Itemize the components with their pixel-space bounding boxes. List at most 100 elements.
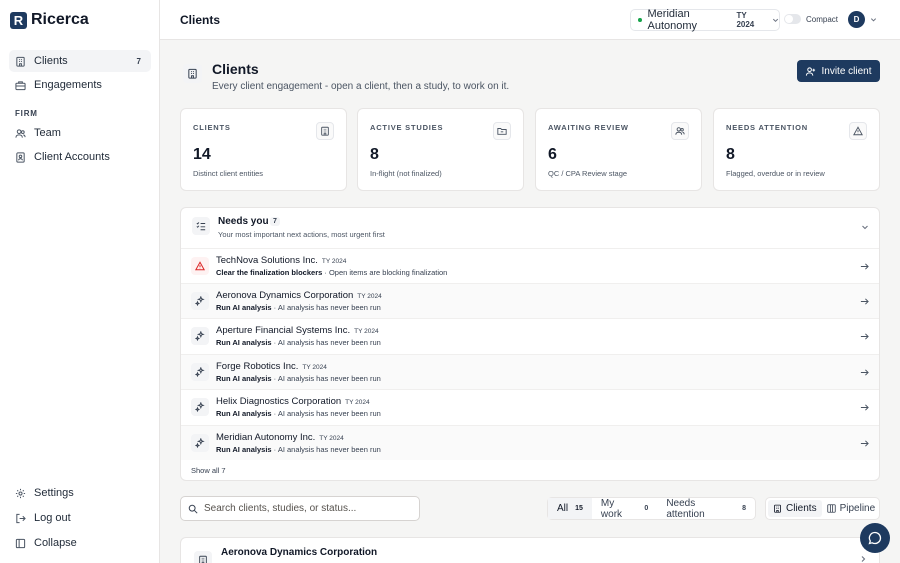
tax-year: TY 2024 [319, 435, 344, 442]
warning-icon [191, 257, 209, 275]
filter-label: My work [600, 497, 623, 520]
action-line: Run AI analysis · AI analysis has never … [216, 374, 381, 383]
list-item[interactable]: Aperture Financial Systems Inc. TY 2024 R… [181, 318, 879, 353]
tax-year: TY 2024 [321, 258, 347, 265]
sparkle-icon [191, 398, 209, 416]
filter-needs-attention[interactable]: Needs attention 8 [657, 497, 755, 520]
filter-tabs: All 15 My work 0 Needs attention 8 [547, 497, 756, 520]
sidebar-item-label: Team [34, 127, 61, 139]
chevron-down-icon[interactable] [861, 223, 869, 231]
view-pipeline[interactable]: Pipeline [822, 500, 881, 517]
client-name: Aperture Financial Systems Inc. [216, 325, 351, 336]
chevron-down-icon[interactable] [870, 16, 877, 23]
briefcase-icon [15, 80, 26, 90]
toggle-switch[interactable] [784, 14, 801, 24]
building-icon [194, 551, 212, 563]
view-clients[interactable]: Clients [768, 500, 822, 517]
stat-description: Flagged, overdue or in review [726, 169, 825, 178]
section-subtitle: Every client engagement - open a client,… [212, 81, 510, 92]
brand-name: Ricerca [31, 11, 89, 28]
list-item[interactable]: Forge Robotics Inc. TY 2024 Run AI analys… [181, 354, 879, 389]
chat-button[interactable] [860, 523, 890, 553]
needs-you-subtitle: Your most important next actions, most u… [218, 230, 385, 239]
arrow-right-icon [860, 404, 869, 411]
list-item[interactable]: Meridian Autonomy Inc. TY 2024 Run AI ana… [181, 425, 879, 460]
sparkle-icon [191, 327, 209, 345]
invite-client-button[interactable]: Invite client [797, 60, 880, 82]
filter-count: 15 [575, 505, 583, 512]
stat-card-needs-attention: NEEDS ATTENTION 8 Flagged, overdue or in… [713, 108, 880, 191]
needs-you-title: Needs you [218, 216, 269, 227]
sidebar-item-engagements[interactable]: Engagements [9, 74, 151, 96]
action-line: Run AI analysis · AI analysis has never … [216, 303, 381, 312]
logout-icon [16, 513, 26, 523]
building-icon [774, 504, 781, 513]
action-detail: · AI analysis has never been run [271, 338, 381, 347]
users-icon [671, 122, 689, 140]
sidebar-item-settings[interactable]: Settings [9, 482, 151, 504]
action-label: Clear the finalization blockers [216, 268, 323, 277]
list-item[interactable]: TechNova Solutions Inc. TY 2024 Clear the… [181, 248, 879, 283]
building-icon [316, 122, 334, 140]
sidebar-item-team[interactable]: Team [9, 122, 151, 144]
chevron-down-icon [772, 18, 779, 23]
list-item[interactable]: Aeronova Dynamics Corporation TY 2024 Run… [181, 283, 879, 318]
avatar[interactable]: D [848, 11, 865, 28]
sidebar-item-label: Engagements [34, 79, 102, 91]
tax-year: TY 2024 [302, 364, 327, 371]
invite-client-label: Invite client [821, 65, 872, 77]
topbar: Clients Meridian Autonomy TY 2024 Compac… [160, 0, 900, 40]
filter-count: 0 [644, 505, 649, 512]
client-name: TechNova Solutions Inc. [216, 255, 318, 266]
client-name-line: Helix Diagnostics Corporation TY 2024 [216, 396, 370, 407]
tax-year: TY 2024 [345, 399, 370, 406]
action-line: Run AI analysis · AI analysis has never … [216, 409, 381, 418]
sidebar-item-collapse[interactable]: Collapse [9, 532, 151, 554]
kanban-icon [826, 504, 836, 513]
compact-label: Compact [806, 14, 839, 24]
compact-toggle[interactable]: Compact [784, 14, 838, 24]
sidebar-item-label: Log out [34, 512, 71, 524]
view-label: Clients [786, 503, 817, 514]
search-input[interactable] [204, 503, 404, 514]
sidebar-item-label: Client Accounts [34, 151, 110, 163]
show-all-link[interactable]: Show all 7 [191, 466, 226, 475]
client-name: Aeronova Dynamics Corporation [216, 290, 354, 301]
client-card[interactable]: Aeronova Dynamics Corporation [180, 537, 880, 563]
sidebar-item-client-accounts[interactable]: Client Accounts [9, 146, 151, 168]
filter-label: All [557, 503, 569, 514]
brand[interactable]: R Ricerca [10, 11, 89, 29]
needs-you-count: 7 [270, 217, 280, 226]
filter-my-work[interactable]: My work 0 [592, 497, 657, 520]
filter-all[interactable]: All 15 [548, 498, 592, 519]
action-line: Run AI analysis · AI analysis has never … [216, 445, 381, 454]
sidebar: R Ricerca Clients 7 Engagements FIRM Tea… [0, 0, 160, 563]
client-name-line: Aperture Financial Systems Inc. TY 2024 [216, 325, 379, 336]
sidebar-item-logout[interactable]: Log out [9, 507, 151, 529]
action-line: Run AI analysis · AI analysis has never … [216, 338, 381, 347]
action-label: Run AI analysis [216, 303, 272, 312]
stat-value: 14 [193, 146, 211, 163]
client-name: Helix Diagnostics Corporation [216, 396, 342, 407]
tax-year: TY 2024 [354, 328, 379, 335]
client-picker-tax-year: TY 2024 [736, 11, 755, 29]
list-item[interactable]: Helix Diagnostics Corporation TY 2024 Run… [181, 389, 879, 424]
client-picker[interactable]: Meridian Autonomy TY 2024 [630, 8, 780, 32]
filter-count: 8 [742, 505, 746, 512]
checklist-icon [192, 217, 210, 235]
filter-label: Needs attention [666, 497, 705, 520]
stat-description: In-flight (not finalized) [370, 169, 442, 178]
sidebar-collapse-icon [15, 538, 26, 548]
view-label: Pipeline [839, 503, 876, 514]
stat-card-clients: CLIENTS 14 Distinct client entities [180, 108, 347, 191]
search-field[interactable] [180, 496, 420, 521]
action-label: Run AI analysis [216, 409, 272, 418]
sidebar-item-clients[interactable]: Clients 7 [9, 50, 151, 72]
client-name: Meridian Autonomy Inc. [216, 432, 316, 443]
arrow-right-icon [860, 333, 869, 340]
brand-logo: R [10, 11, 27, 29]
sparkle-icon [191, 434, 209, 452]
client-name: Forge Robotics Inc. [216, 361, 299, 372]
status-dot [638, 18, 642, 22]
client-picker-name: Meridian Autonomy [647, 8, 698, 32]
